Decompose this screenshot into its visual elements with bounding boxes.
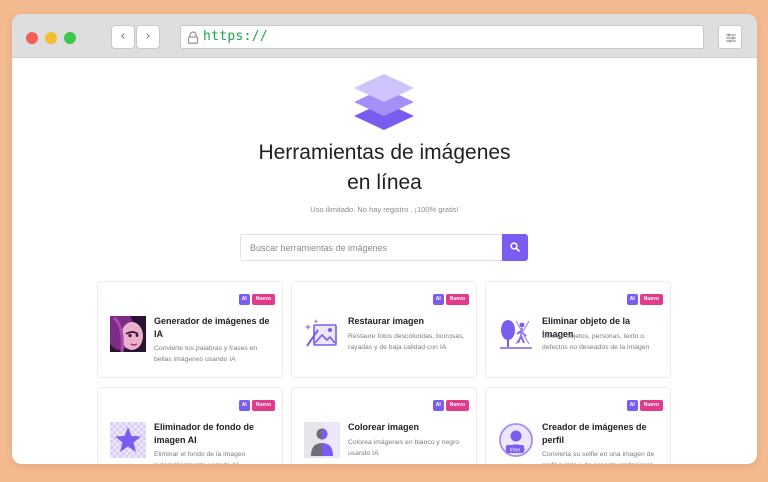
new-badge: Nuevo [639,294,663,305]
new-badge: Nuevo [251,400,275,411]
tool-card-background-remover[interactable]: AI Nuevo Eliminador de fondo de imagen A… [97,387,283,464]
card-badges: AI Nuevo [432,400,469,411]
new-badge: Nuevo [445,294,469,305]
page-title-line-2: en línea [347,171,422,194]
layers-logo-icon [354,74,414,130]
ai-badge: AI [238,400,250,411]
tool-card-profile-picture[interactable]: AI Nuevo #me Creador de imágenes de perf… [485,387,671,464]
card-title: Restaurar imagen [348,316,425,326]
card-badges: AI Nuevo [626,400,663,411]
search-button[interactable] [502,234,528,261]
new-badge: Nuevo [251,294,275,305]
tool-card-ai-image-generator[interactable]: AI Nuevo Generador de imágenes de IA Con… [97,281,283,378]
minimize-window-button[interactable] [45,32,57,44]
maximize-window-button[interactable] [64,32,76,44]
card-title: Creador de imágenes de perfil [542,422,647,445]
sliders-icon [726,33,736,43]
card-description: Elimine objetos, personas, texto o defec… [542,333,650,351]
ai-badge: AI [238,294,250,305]
card-title: Generador de imágenes de IA [154,316,270,339]
url-text: https:// [203,29,269,44]
page-title: Herramientas de imágenes en línea [12,138,757,198]
close-window-button[interactable] [26,32,38,44]
tool-card-remove-object[interactable]: AI Nuevo Eliminar objeto de la imagen El… [485,281,671,378]
card-title: Eliminador de fondo de imagen AI [154,422,255,445]
ai-badge: AI [626,400,638,411]
browser-settings-button[interactable] [718,25,742,49]
ai-badge: AI [432,294,444,305]
card-badges: AI Nuevo [432,294,469,305]
chevron-left-icon: ‹ [120,29,126,44]
card-description: Eliminar el fondo de la imagen automátic… [154,451,246,464]
tool-card-restore-image[interactable]: AI Nuevo Restaurar imagen Restaure fotos… [291,281,477,378]
profile-hashtag-text: #me [510,447,521,453]
browser-toolbar: ‹ › https:// [12,14,757,58]
restore-image-icon [305,319,337,347]
remove-object-icon [500,320,532,349]
search-input[interactable] [240,234,502,261]
tool-card-colorize[interactable]: AI Nuevo Colorear imagen Colorea imágene… [291,387,477,464]
chevron-right-icon: › [145,29,151,44]
colorize-icon [304,422,340,458]
address-bar[interactable]: https:// [180,25,704,49]
new-badge: Nuevo [639,400,663,411]
background-remover-icon [110,422,146,458]
search-icon [510,242,520,252]
card-badges: AI Nuevo [626,294,663,305]
ai-badge: AI [626,294,638,305]
back-button[interactable]: ‹ [111,25,135,49]
card-badges: AI Nuevo [238,294,275,305]
page-content: Herramientas de imágenes en línea Uso il… [12,58,757,464]
card-badges: AI Nuevo [238,400,275,411]
new-badge: Nuevo [445,400,469,411]
card-description: Restaure fotos descoloridas, borrosas, r… [348,333,465,351]
card-description: Convierte tus palabras y frases en bella… [154,345,258,363]
card-description: Convierta su selfie en una imagen de per… [542,451,655,464]
ai-badge: AI [432,400,444,411]
card-title: Colorear imagen [348,422,420,432]
page-title-line-1: Herramientas de imágenes [258,141,511,164]
browser-window: ‹ › https:// Herramientas de imágenes en… [12,14,757,464]
card-description: Colorea imágenes en blanco y negro usand… [348,439,460,457]
page-subtitle: Uso ilimitado. No hay registro . ¡100% g… [310,205,459,214]
ai-portrait-icon [110,316,146,352]
forward-button[interactable]: › [136,25,160,49]
lock-icon [187,31,199,44]
profile-picture-icon: #me [499,423,533,457]
